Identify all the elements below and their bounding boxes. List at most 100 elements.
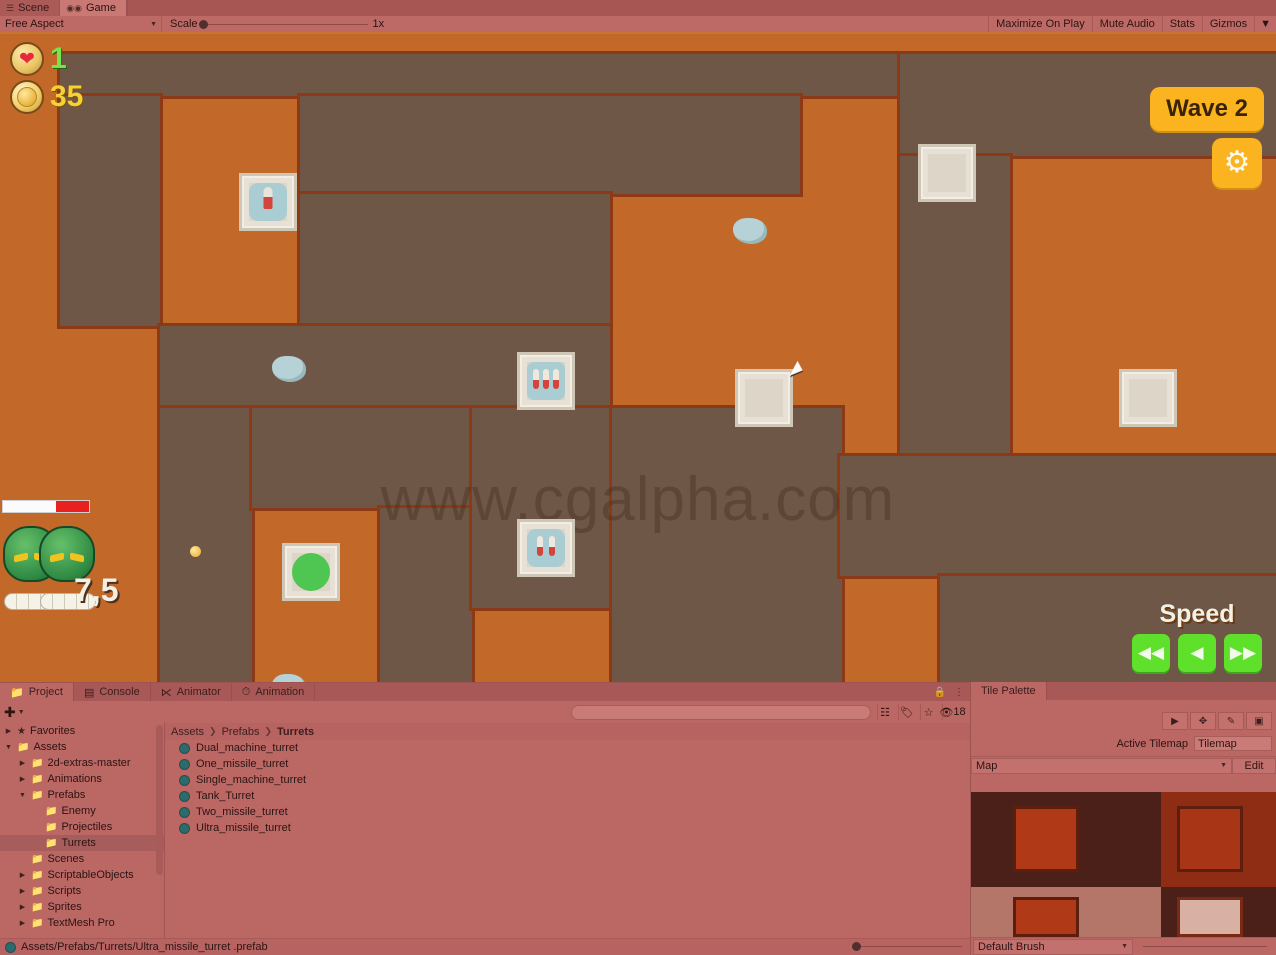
chevron-right-icon[interactable]: ▶: [4, 727, 13, 735]
palette-map-dropdown[interactable]: Map ▼: [971, 757, 1232, 774]
aspect-ratio-dropdown[interactable]: Free Aspect ▼: [2, 16, 162, 32]
project-asset-list[interactable]: Assets ❯ Prefabs ❯ Turrets Dual_machine_turr…: [165, 723, 970, 938]
turret-platform-missile-1[interactable]: [239, 173, 297, 231]
scale-slider-knob[interactable]: [198, 19, 208, 29]
turret-platform-machine-1[interactable]: [517, 352, 575, 410]
empty-build-platform[interactable]: [918, 144, 976, 202]
tab-console[interactable]: ▤ Console: [73, 683, 151, 701]
game-view-canvas[interactable]: www.cgalpha.com ❤ 1 35 Wave 2 ⚙ Speed ◀◀…: [0, 34, 1276, 682]
palette-edit-button[interactable]: Edit: [1232, 757, 1276, 774]
palette-tile[interactable]: [1177, 806, 1243, 872]
speed-rewind-button[interactable]: ◀◀: [1132, 634, 1170, 672]
move-icon[interactable]: ✥: [1190, 712, 1216, 730]
chevron-right-icon[interactable]: ▶: [18, 887, 27, 895]
tab-tile-palette[interactable]: Tile Palette: [971, 682, 1047, 700]
tab-animator[interactable]: ⋉ Animator: [150, 683, 232, 701]
settings-button[interactable]: ⚙: [1212, 138, 1262, 188]
tab-animation-label: Animation: [255, 686, 305, 698]
chevron-down-icon: ▼: [1121, 943, 1128, 950]
chevron-right-icon[interactable]: ▶: [18, 871, 27, 879]
chevron-right-icon[interactable]: ▶: [18, 919, 27, 927]
thumbnail-size-slider[interactable]: [852, 942, 962, 951]
stats-button[interactable]: Stats: [1161, 16, 1202, 32]
gizmos-button[interactable]: Gizmos: [1201, 16, 1254, 32]
speed-normal-button[interactable]: ◀: [1178, 634, 1216, 672]
select-icon[interactable]: ▶: [1162, 712, 1188, 730]
active-tilemap-dropdown[interactable]: Tilemap: [1194, 736, 1272, 751]
tab-project[interactable]: 📁 Project: [0, 683, 74, 701]
turret-platform-tank[interactable]: [282, 543, 340, 601]
breadcrumb-item[interactable]: Assets: [171, 726, 204, 738]
breadcrumb-item[interactable]: Prefabs: [222, 726, 260, 738]
breadcrumb-item[interactable]: Turrets: [277, 726, 314, 738]
tree-item-favorites[interactable]: ▶ ★ Favorites: [0, 723, 164, 739]
filter-by-label-icon[interactable]: 🏷: [898, 704, 915, 720]
asset-item[interactable]: Single_machine_turret: [165, 772, 970, 788]
tree-item-scripts[interactable]: ▶ 📁 Scripts: [0, 883, 164, 899]
speed-fast-button[interactable]: ▶▶: [1224, 634, 1262, 672]
dual-machine-turret[interactable]: [527, 362, 565, 400]
coin-drop[interactable]: [190, 546, 201, 557]
tree-item-enemy[interactable]: 📁 Enemy: [0, 803, 164, 819]
palette-zoom-slider[interactable]: [1143, 946, 1267, 947]
thumbnail-size-knob[interactable]: [852, 942, 861, 951]
asset-item[interactable]: Tank_Turret: [165, 788, 970, 804]
tree-item-scriptableobjects[interactable]: ▶ 📁 ScriptableObjects: [0, 867, 164, 883]
brush-dropdown[interactable]: Default Brush ▼: [973, 938, 1133, 955]
gizmos-dropdown-arrow[interactable]: ▼: [1254, 16, 1276, 32]
chevron-down-icon[interactable]: ▼: [18, 792, 27, 799]
tree-item-projectiles[interactable]: 📁 Projectiles: [0, 819, 164, 835]
asset-item[interactable]: Dual_machine_turret: [165, 740, 970, 756]
tree-item-animations[interactable]: ▶ 📁 Animations: [0, 771, 164, 787]
kebab-menu-icon[interactable]: ⋮: [954, 687, 964, 698]
tree-item-prefabs[interactable]: ▼ 📁 Prefabs: [0, 787, 164, 803]
chevron-right-icon[interactable]: ▶: [18, 775, 27, 783]
tab-bar-filler: [126, 0, 1276, 16]
tree-item-textmesh-pro[interactable]: ▶ 📁 TextMesh Pro: [0, 915, 164, 931]
palette-tile[interactable]: [1013, 897, 1079, 937]
tree-item-label: Projectiles: [61, 821, 113, 833]
enemy-eye-icon: [14, 552, 28, 563]
tree-item-assets[interactable]: ▼ 📁 Assets: [0, 739, 164, 755]
chevron-right-icon[interactable]: ▶: [18, 903, 27, 911]
tank-turret[interactable]: [292, 553, 330, 591]
tab-scene[interactable]: ☰ Scene: [0, 0, 61, 16]
box-fill-icon[interactable]: ▣: [1246, 712, 1272, 730]
scale-slider[interactable]: [198, 19, 368, 29]
tree-item-2d-extras-master[interactable]: ▶ 📁 2d-extras-master: [0, 755, 164, 771]
scale-control[interactable]: Scale 1x: [170, 18, 988, 30]
empty-build-platform[interactable]: [735, 369, 793, 427]
project-folder-tree[interactable]: ▶ ★ Favorites ▼ 📁 Assets ▶ 📁 2d-extras-master ▶ 📁 A…: [0, 723, 165, 938]
asset-item[interactable]: Ultra_missile_turret: [165, 820, 970, 836]
palette-tile[interactable]: [1177, 897, 1243, 937]
tab-animation[interactable]: ⏱ Animation: [231, 683, 316, 701]
asset-item[interactable]: One_missile_turret: [165, 756, 970, 772]
tree-item-sprites[interactable]: ▶ 📁 Sprites: [0, 899, 164, 915]
tree-scrollbar[interactable]: [156, 725, 163, 875]
asset-item[interactable]: Two_missile_turret: [165, 804, 970, 820]
chevron-down-icon: ▼: [150, 20, 157, 28]
mute-audio-button[interactable]: Mute Audio: [1091, 16, 1162, 32]
lock-icon[interactable]: 🔒: [934, 687, 946, 698]
chevron-right-icon[interactable]: ▶: [18, 759, 27, 767]
wave-button[interactable]: Wave 2: [1150, 87, 1264, 131]
turret-platform-missile-2[interactable]: [517, 519, 575, 577]
brush-icon[interactable]: ✎: [1218, 712, 1244, 730]
tree-item-turrets[interactable]: 📁 Turrets: [0, 835, 164, 851]
tile-palette-canvas[interactable]: [971, 792, 1276, 937]
tab-console-label: Console: [99, 686, 140, 698]
one-missile-turret[interactable]: [249, 183, 287, 221]
tree-item-scenes[interactable]: 📁 Scenes: [0, 851, 164, 867]
chevron-down-icon[interactable]: ▼: [4, 744, 13, 751]
platform-inner: [928, 154, 966, 192]
filter-by-type-icon[interactable]: ☷: [876, 704, 893, 720]
maximize-on-play-button[interactable]: Maximize On Play: [988, 16, 1092, 32]
two-missile-turret[interactable]: [527, 529, 565, 567]
empty-build-platform[interactable]: [1119, 369, 1177, 427]
hud-stats: ❤ 1 35: [10, 42, 83, 118]
tab-game[interactable]: ◉◉ Game: [60, 0, 127, 16]
palette-tile[interactable]: [1013, 806, 1079, 872]
search-input[interactable]: [570, 704, 871, 720]
add-asset-button[interactable]: ✚ ▼: [4, 704, 25, 721]
favorite-star-icon[interactable]: ☆: [920, 704, 937, 720]
